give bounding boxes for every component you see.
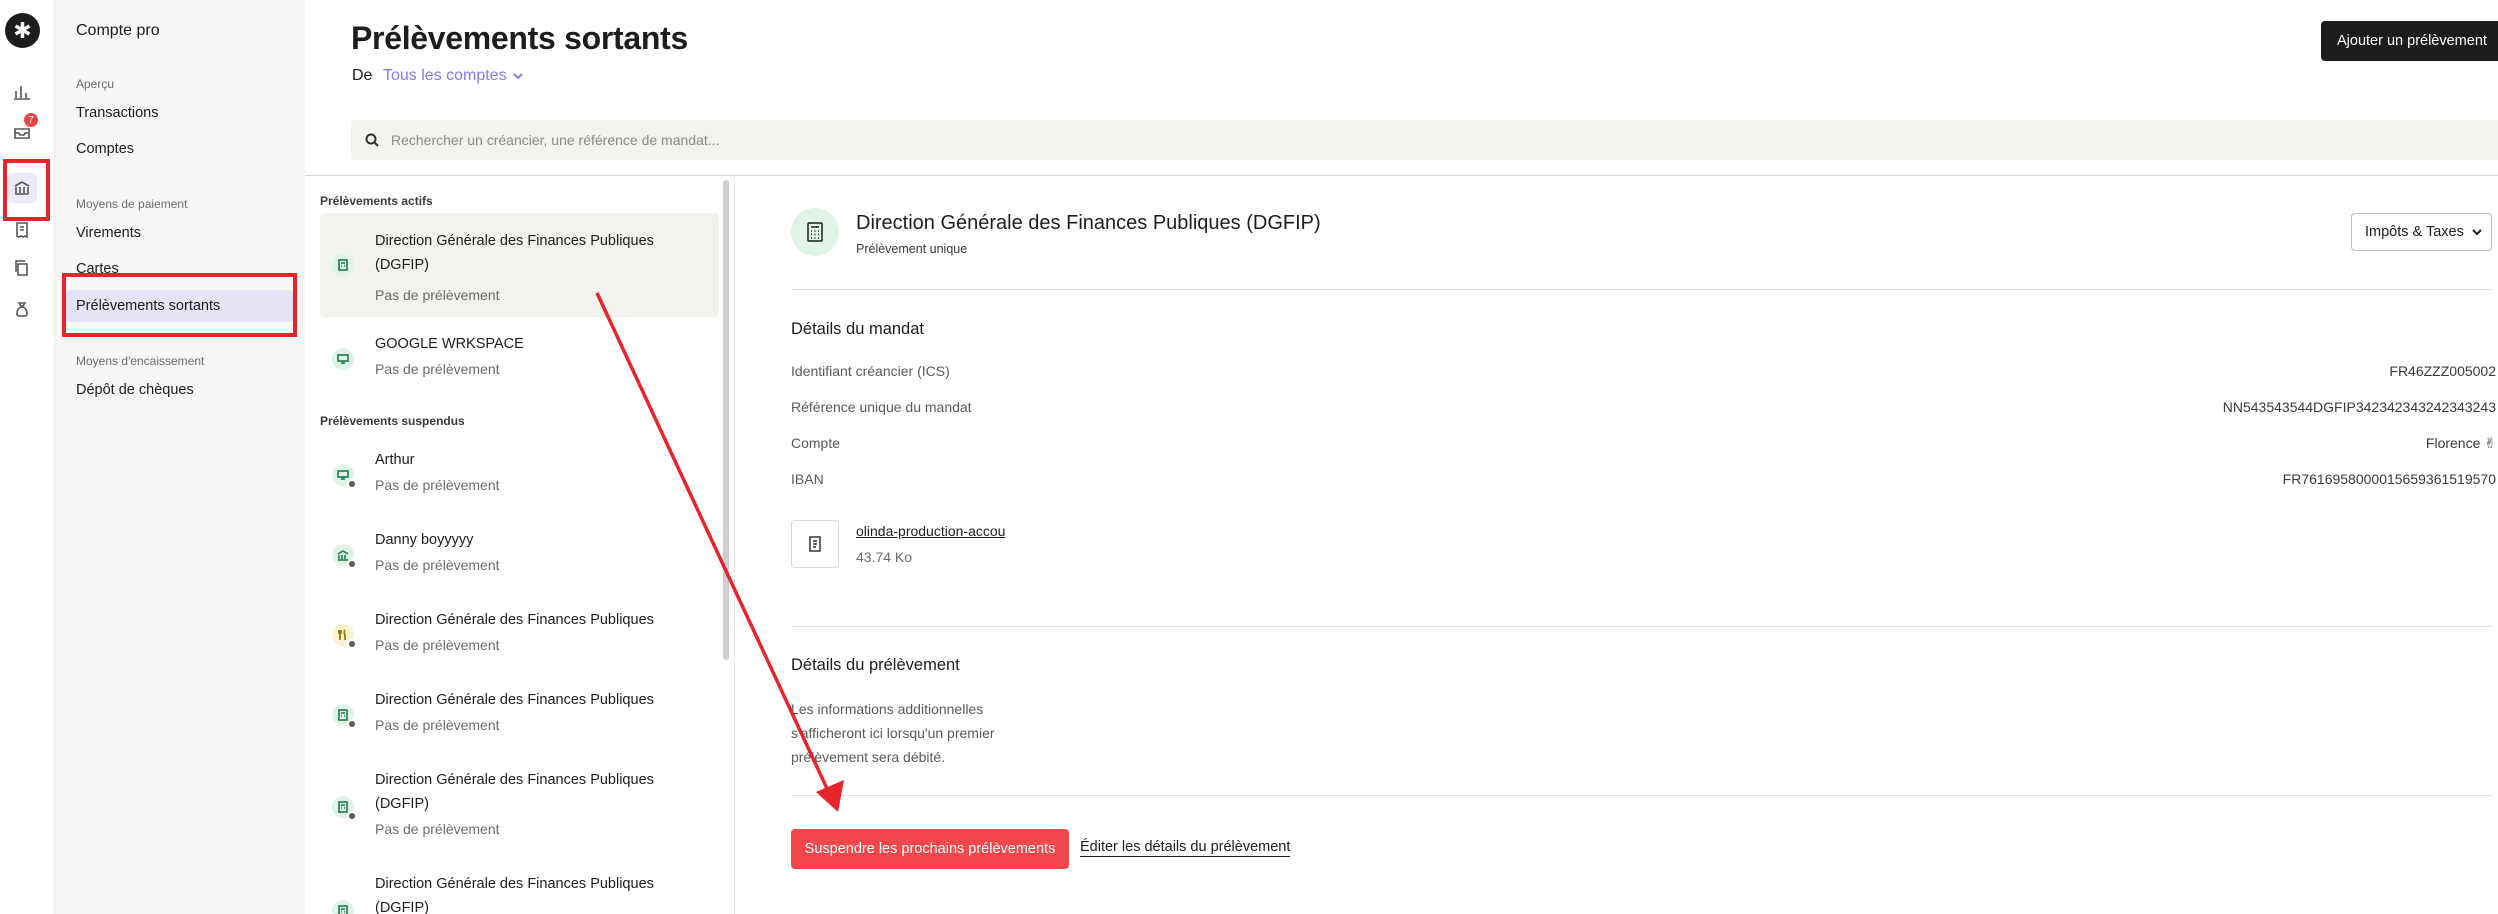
- suspend-debits-button[interactable]: Suspendre les prochains prélèvements: [791, 829, 1069, 869]
- nav-title: Compte pro: [76, 22, 160, 39]
- copy-icon[interactable]: [10, 256, 34, 280]
- field-label-account: Compte: [791, 435, 841, 451]
- list-item-status: Pas de prélèvement: [375, 717, 500, 733]
- add-debit-button[interactable]: Ajouter un prélèvement: [2321, 21, 2498, 61]
- detail-title: Direction Générale des Finances Publique…: [856, 212, 1321, 234]
- category-dropdown[interactable]: Impôts & Taxes: [2351, 213, 2492, 251]
- paused-indicator-icon: [347, 639, 357, 649]
- divider: [791, 795, 2492, 796]
- field-value-mandate-ref: NN543543544DGFIP342342343242343243: [2222, 399, 2496, 415]
- detail-subtitle: Prélèvement unique: [856, 242, 968, 256]
- debit-info-text: Les informations additionnelles s'affich…: [791, 701, 995, 765]
- calculator-icon: [332, 900, 354, 914]
- list-item-name: Direction Générale des Finances Publique…: [375, 233, 654, 273]
- active-section-label: Prélèvements actifs: [320, 194, 433, 208]
- field-value-ics: FR46ZZZ005002: [2389, 363, 2496, 379]
- list-item-name: Direction Générale des Finances Publique…: [375, 772, 654, 812]
- receipt-icon[interactable]: [10, 218, 34, 242]
- list-item-name: Direction Générale des Finances Publique…: [375, 692, 654, 708]
- chevron-down-icon: [2472, 229, 2482, 236]
- list-scrollbar[interactable]: [723, 180, 729, 660]
- nav-section-moyens-encaissement: Moyens d'encaissement: [76, 354, 205, 368]
- nav-section-moyens-paiement: Moyens de paiement: [76, 197, 188, 211]
- bank-icon[interactable]: [7, 173, 37, 203]
- list-item-status: Pas de prélèvement: [375, 557, 500, 573]
- icon-rail: ✱ 7: [0, 0, 55, 914]
- category-value: Impôts & Taxes: [2365, 224, 2464, 240]
- paused-indicator-icon: [347, 719, 357, 729]
- field-value-account: Florence ✌: [2425, 435, 2496, 451]
- list-item-status: Pas de prélèvement: [375, 821, 500, 837]
- list-item-suspended-dgfip-2[interactable]: Direction Générale des Finances Publique…: [320, 680, 719, 750]
- page-title: Prélèvements sortants: [351, 20, 688, 56]
- list-item-suspended-dgfip-1[interactable]: Direction Générale des Finances Publique…: [320, 600, 719, 670]
- utensils-icon: [332, 624, 357, 649]
- paused-indicator-icon: [347, 811, 357, 821]
- list-item-status: Pas de prélèvement: [375, 637, 500, 653]
- list-item-name: GOOGLE WRKSPACE: [375, 336, 524, 352]
- monitor-icon: [332, 464, 357, 489]
- list-item-active-google[interactable]: GOOGLE WRKSPACE Pas de prélèvement: [320, 324, 719, 394]
- edit-debit-details-link[interactable]: Éditer les détails du prélèvement: [1080, 839, 1291, 857]
- nav-item-virements[interactable]: Virements: [76, 225, 141, 241]
- account-filter-label: De: [352, 67, 373, 84]
- list-item-active-dgfip[interactable]: Direction Générale des Finances Publique…: [320, 213, 719, 317]
- calculator-icon: [332, 796, 357, 821]
- list-item-status: Pas de prélèvement: [375, 477, 500, 493]
- account-filter-dropdown[interactable]: Tous les comptes: [383, 67, 525, 85]
- list-item-name: Arthur: [375, 452, 415, 468]
- nav-sidebar: Compte pro Aperçu Transactions Comptes M…: [55, 0, 305, 914]
- list-item-status: Pas de prélèvement: [375, 361, 500, 377]
- list-item-name: Direction Générale des Finances Publique…: [375, 876, 654, 914]
- field-label-mandate-ref: Référence unique du mandat: [791, 399, 972, 415]
- nav-item-transactions[interactable]: Transactions: [76, 105, 158, 121]
- notification-badge: 7: [24, 113, 38, 127]
- calculator-icon: [791, 208, 839, 256]
- search-icon: [365, 133, 379, 147]
- nav-item-cartes[interactable]: Cartes: [76, 261, 119, 277]
- debit-list-panel: Prélèvements actifs Direction Générale d…: [305, 176, 735, 914]
- nav-item-depot-cheques[interactable]: Dépôt de chèques: [76, 382, 194, 398]
- list-item-suspended-danny[interactable]: Danny boyyyyy Pas de prélèvement: [320, 520, 719, 590]
- bar-chart-icon[interactable]: [10, 80, 34, 104]
- account-filter-value: Tous les comptes: [383, 67, 507, 84]
- attachment-size: 43.74 Ko: [856, 549, 913, 565]
- field-value-iban: FR7616958000015659361519570: [2282, 471, 2496, 487]
- search-input[interactable]: [391, 132, 1291, 148]
- divider: [791, 626, 2492, 627]
- debit-section-title: Détails du prélèvement: [791, 656, 960, 674]
- nav-item-prelevements-sortants[interactable]: Prélèvements sortants: [66, 290, 293, 322]
- logo-icon[interactable]: ✱: [5, 13, 40, 48]
- list-item-name: Direction Générale des Finances Publique…: [375, 612, 654, 628]
- monitor-icon: [332, 348, 354, 370]
- nav-item-comptes[interactable]: Comptes: [76, 141, 134, 157]
- list-item-suspended-dgfip-3[interactable]: Direction Générale des Finances Publique…: [320, 760, 719, 856]
- suspended-section-label: Prélèvements suspendus: [320, 414, 465, 428]
- inbox-icon[interactable]: 7: [10, 113, 38, 143]
- list-item-name: Danny boyyyyy: [375, 532, 474, 548]
- search-bar: [351, 120, 2498, 160]
- document-icon[interactable]: [791, 520, 839, 568]
- paused-indicator-icon: [347, 479, 357, 489]
- calculator-icon: [332, 254, 354, 276]
- calculator-icon: [332, 704, 357, 729]
- attachment-link[interactable]: olinda-production-accou: [856, 523, 1006, 539]
- divider: [791, 289, 2492, 290]
- field-label-ics: Identifiant créancier (ICS): [791, 363, 950, 379]
- mandate-section-title: Détails du mandat: [791, 320, 924, 338]
- money-bag-icon[interactable]: [10, 297, 34, 321]
- nav-section-apercu: Aperçu: [76, 77, 115, 91]
- chevron-down-icon: [512, 73, 523, 80]
- list-item-suspended-arthur[interactable]: Arthur Pas de prélèvement: [320, 440, 719, 510]
- list-item-status: Pas de prélèvement: [375, 287, 500, 303]
- paused-indicator-icon: [347, 559, 357, 569]
- bank-icon: [332, 544, 357, 569]
- field-label-iban: IBAN: [791, 471, 824, 487]
- list-item-suspended-dgfip-4[interactable]: Direction Générale des Finances Publique…: [320, 864, 719, 914]
